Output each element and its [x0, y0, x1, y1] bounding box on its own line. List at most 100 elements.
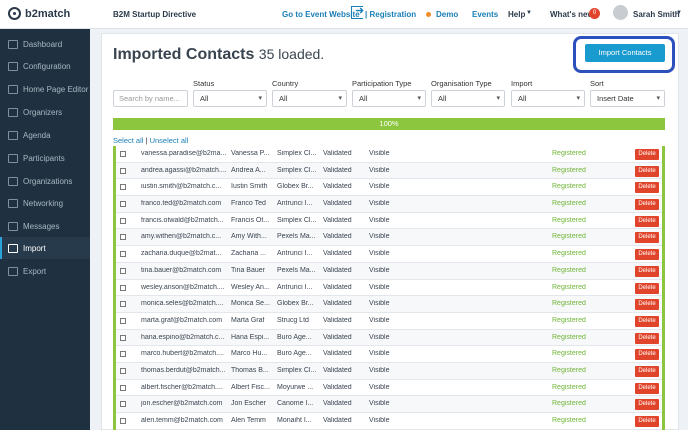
- contact-email: albert.fischer@b2match....: [141, 383, 223, 391]
- sidebar-item-networking[interactable]: Networking: [0, 192, 90, 214]
- delete-button[interactable]: Delete: [635, 215, 659, 227]
- b2match-logo-icon: [8, 7, 21, 20]
- demo-link[interactable]: Demo: [436, 10, 458, 19]
- delete-button[interactable]: Delete: [635, 265, 659, 277]
- delete-button[interactable]: Delete: [635, 282, 659, 294]
- sidebar-item-configuration[interactable]: Configuration: [0, 55, 90, 77]
- table-row[interactable]: iustin.smith@b2match.c... Iustin Smith Glo…: [116, 179, 662, 197]
- select-checkbox[interactable]: [120, 284, 126, 291]
- sidebar-item-import[interactable]: Import: [0, 237, 90, 259]
- select-checkbox[interactable]: [120, 201, 126, 208]
- table-row[interactable]: vanessa.paradise@b2ma... Vanessa P... Simp…: [116, 146, 662, 163]
- contact-status: Registered: [552, 350, 586, 358]
- sidebar-item-label: Organizations: [23, 176, 73, 186]
- delete-button[interactable]: Delete: [635, 149, 659, 160]
- select-checkbox[interactable]: [120, 401, 126, 408]
- participant-icon: [8, 153, 18, 163]
- table-row[interactable]: tina.bauer@b2match.com Tina Bauer Pexels M…: [116, 262, 662, 280]
- select-checkbox[interactable]: [120, 251, 126, 258]
- select-checkbox[interactable]: [120, 367, 126, 374]
- participation-type-select[interactable]: All: [352, 90, 426, 107]
- sidebar-item-agenda[interactable]: Agenda: [0, 124, 90, 146]
- table-row[interactable]: franco.ted@b2match.com Franco Ted Antrunci…: [116, 196, 662, 213]
- whats-new-link[interactable]: What's new: [550, 10, 594, 19]
- filter-label-status: Status: [193, 79, 215, 88]
- select-checkbox[interactable]: [120, 184, 126, 191]
- table-row[interactable]: jon.escher@b2match.com Jon Escher Canome I…: [116, 396, 662, 413]
- sidebar-item-dashboard[interactable]: Dashboard: [0, 33, 90, 55]
- select-checkbox[interactable]: [120, 384, 126, 391]
- select-checkbox[interactable]: [120, 334, 126, 341]
- brand[interactable]: b2match: [8, 7, 70, 20]
- contacts-table: vanessa.paradise@b2ma... Vanessa P... Simp…: [113, 146, 665, 430]
- contact-name: Zacharia ...: [231, 250, 267, 258]
- registration-icon[interactable]: [351, 4, 364, 19]
- select-checkbox[interactable]: [120, 418, 126, 424]
- select-checkbox[interactable]: [120, 267, 126, 274]
- select-checkbox[interactable]: [120, 317, 126, 324]
- sidebar-item-export[interactable]: Export: [0, 260, 90, 282]
- import-contacts-button[interactable]: Import Contacts: [585, 44, 665, 62]
- table-row[interactable]: alen.temm@b2match.com Alen Temm Monaiht I.…: [116, 413, 662, 430]
- table-row[interactable]: hana.espino@b2match.c... Hana Espi... Buro…: [116, 329, 662, 347]
- registration-link[interactable]: | Registration: [365, 10, 416, 19]
- import-select[interactable]: All: [511, 90, 585, 107]
- contact-name: Franco Ted: [231, 200, 266, 208]
- delete-button[interactable]: Delete: [635, 349, 659, 361]
- delete-button[interactable]: Delete: [635, 299, 659, 311]
- table-row[interactable]: wesley.anson@b2match.... Wesley An... Antr…: [116, 280, 662, 297]
- contact-visibility: Visible: [369, 200, 390, 208]
- sidebar-item-organizers[interactable]: Organizers: [0, 101, 90, 123]
- table-row[interactable]: francis.otwald@b2match... Francis Ot... Si…: [116, 213, 662, 230]
- sidebar-item-messages[interactable]: Messages: [0, 215, 90, 237]
- delete-button[interactable]: Delete: [635, 416, 659, 427]
- unselect-all-link[interactable]: Unselect all: [150, 136, 189, 145]
- table-row[interactable]: amy.withen@b2match.c... Amy With... Pexels…: [116, 229, 662, 247]
- search-input[interactable]: Search by name...: [113, 90, 188, 107]
- table-row[interactable]: albert.fischer@b2match.... Albert Fisc...…: [116, 380, 662, 397]
- country-select[interactable]: All: [272, 90, 347, 107]
- contact-visibility: Visible: [369, 266, 390, 274]
- delete-button[interactable]: Delete: [635, 399, 659, 411]
- table-row[interactable]: monica.seles@b2match.... Monica Se... Glob…: [116, 296, 662, 313]
- contact-email: vanessa.paradise@b2ma...: [141, 150, 227, 157]
- table-row[interactable]: marco.hubert@b2match.... Marco Hu... Buro …: [116, 346, 662, 363]
- sort-select[interactable]: Insert Date: [590, 90, 665, 107]
- delete-button[interactable]: Delete: [635, 232, 659, 244]
- table-row[interactable]: andrea.agassi@b2match.... Andrea A... Simp…: [116, 162, 662, 180]
- status-select[interactable]: All: [193, 90, 267, 107]
- help-menu[interactable]: Help: [508, 10, 525, 19]
- table-row[interactable]: zacharia.duque@b2mat... Zacharia ... Antru…: [116, 246, 662, 263]
- notification-badge[interactable]: 0: [589, 8, 600, 19]
- delete-button[interactable]: Delete: [635, 165, 659, 177]
- select-checkbox[interactable]: [120, 351, 126, 358]
- user-name[interactable]: Sarah Smith: [633, 10, 680, 19]
- select-checkbox[interactable]: [120, 167, 126, 174]
- events-link[interactable]: Events: [472, 10, 498, 19]
- contact-visibility: Visible: [369, 366, 390, 374]
- sidebar-item-participants[interactable]: Participants: [0, 147, 90, 169]
- table-row[interactable]: marta.graf@b2match.com Marta Graf Strucg L…: [116, 313, 662, 330]
- delete-button[interactable]: Delete: [635, 365, 659, 377]
- delete-button[interactable]: Delete: [635, 249, 659, 261]
- delete-button[interactable]: Delete: [635, 382, 659, 394]
- contact-status: Registered: [552, 183, 586, 191]
- select-checkbox[interactable]: [120, 301, 126, 308]
- sidebar-item-organizations[interactable]: Organizations: [0, 170, 90, 192]
- select-checkbox[interactable]: [120, 217, 126, 224]
- filter-label-sort: Sort: [590, 79, 604, 88]
- organisation-type-select[interactable]: All: [431, 90, 505, 107]
- delete-button[interactable]: Delete: [635, 199, 659, 211]
- goto-event-website-link[interactable]: Go to Event Website: [282, 10, 360, 19]
- table-row[interactable]: thomas.berdut@b2match... Thomas B... Simpl…: [116, 362, 662, 380]
- delete-button[interactable]: Delete: [635, 315, 659, 327]
- sidebar-item-label: Agenda: [23, 130, 51, 140]
- sidebar-item-home-page-editor[interactable]: Home Page Editor: [0, 78, 90, 100]
- select-checkbox[interactable]: [120, 151, 126, 157]
- select-all-link[interactable]: Select all: [113, 136, 143, 145]
- avatar[interactable]: [613, 5, 628, 20]
- delete-button[interactable]: Delete: [635, 332, 659, 344]
- delete-button[interactable]: Delete: [635, 182, 659, 194]
- contact-organisation: Buro Age...: [277, 333, 312, 341]
- select-checkbox[interactable]: [120, 234, 126, 241]
